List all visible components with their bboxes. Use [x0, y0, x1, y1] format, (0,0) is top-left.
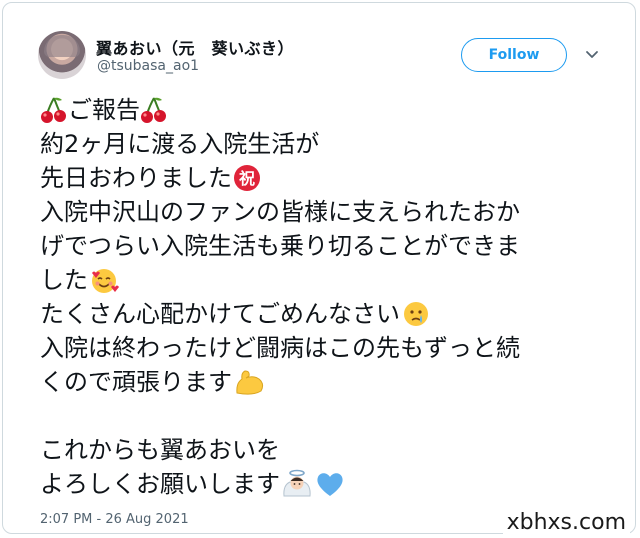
cherry-icon — [141, 95, 167, 125]
tweet-line-text: ご報告 — [68, 96, 140, 124]
cherry-icon — [41, 95, 67, 125]
tweet-line: げでつらい入院生活も乗り切ることができま — [40, 229, 600, 263]
watermark: xbhxs.com — [502, 510, 630, 535]
tweet-line-text: たくさん心配かけてごめんなさい — [40, 300, 400, 328]
follow-button[interactable]: Follow — [461, 38, 567, 72]
tweet-line-text: 入院は終わったけど闘病はこの先もずっと続 — [40, 334, 520, 362]
blue-heart-icon — [315, 470, 345, 498]
tweet-line: たくさん心配かけてごめんなさい — [40, 297, 600, 331]
tweet-line: した — [40, 263, 600, 297]
tweet-line-text: 約2ヶ月に渡る入院生活が — [40, 130, 320, 158]
smiling-face-with-hearts-icon — [89, 265, 119, 295]
chevron-down-icon[interactable] — [584, 46, 600, 62]
author-display-name[interactable]: 翼あおい（元 葵いぶき） — [96, 35, 294, 59]
tweet-line: 先日おわりました祝 — [40, 161, 600, 195]
tweet-line-text: 先日おわりました — [40, 164, 232, 192]
tweet-timestamp[interactable]: 2:07 PM - 26 Aug 2021 — [40, 512, 189, 527]
congratulations-icon: 祝 — [233, 164, 261, 192]
tweet-line-text: これからも翼あおいを — [40, 436, 280, 464]
flexed-biceps-icon — [233, 367, 267, 397]
svg-text:祝: 祝 — [239, 169, 255, 188]
tweet-line: よろしくお願いします — [40, 467, 600, 501]
tweet-line: 入院中沢山のファンの皆様に支えられたおか — [40, 195, 600, 229]
tweet-line-text: した — [40, 266, 88, 294]
crying-face-icon — [401, 299, 431, 329]
avatar[interactable] — [38, 31, 86, 79]
tweet-line-text: よろしくお願いします — [40, 470, 280, 498]
tweet-line: これからも翼あおいを — [40, 433, 600, 467]
tweet-line: ご報告 — [40, 93, 600, 127]
tweet-line-text: くので頑張ります — [40, 368, 232, 396]
tweet-line: 約2ヶ月に渡る入院生活が — [40, 127, 600, 161]
tweet-line: 入院は終わったけど闘病はこの先もずっと続 — [40, 331, 600, 365]
tweet-text: ご報告 約2ヶ月に渡る入院生活が 先日おわりました祝入院中沢山のファンの皆様に支えら… — [40, 93, 600, 501]
angel-icon — [281, 468, 313, 500]
author-handle[interactable]: @tsubasa_ao1 — [97, 58, 199, 74]
tweet-line-text: げでつらい入院生活も乗り切ることができま — [40, 232, 520, 260]
tweet-line: くので頑張ります — [40, 365, 600, 399]
tweet-line-text: 入院中沢山のファンの皆様に支えられたおか — [40, 198, 520, 226]
